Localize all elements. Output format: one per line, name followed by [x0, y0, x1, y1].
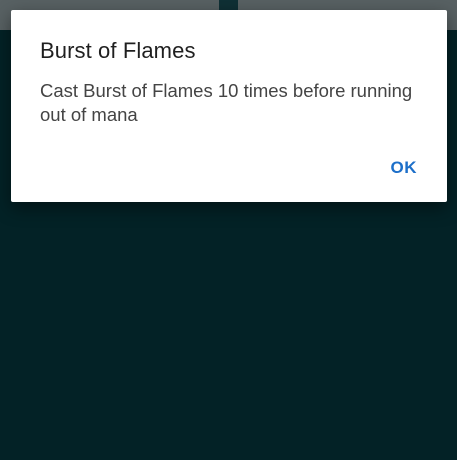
- achievement-dialog: Burst of Flames Cast Burst of Flames 10 …: [11, 10, 447, 202]
- app-screen: Burst of Flames Cast Burst of Flames 10 …: [0, 0, 457, 460]
- dialog-message: Cast Burst of Flames 10 times before run…: [40, 80, 413, 125]
- ok-button[interactable]: OK: [391, 158, 418, 178]
- dialog-title: Burst of Flames: [40, 38, 196, 63]
